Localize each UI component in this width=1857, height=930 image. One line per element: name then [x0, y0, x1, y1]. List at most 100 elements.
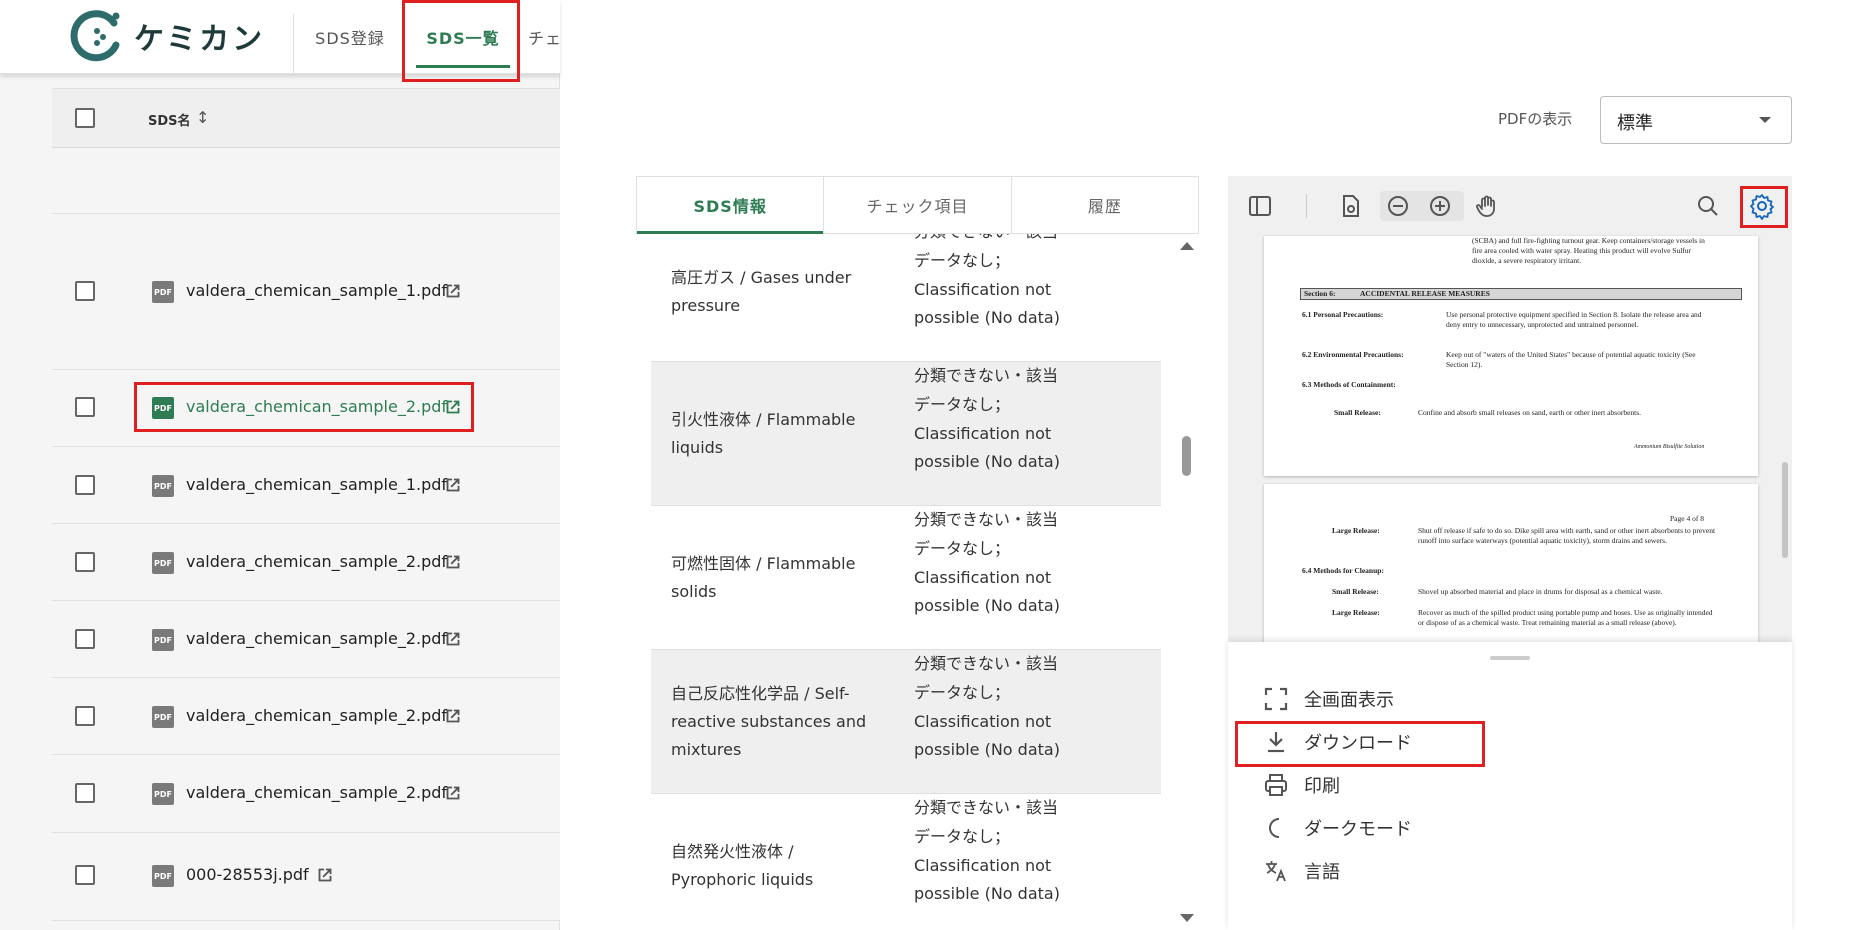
- row-checkbox[interactable]: [75, 706, 95, 726]
- menu-item-dark-mode[interactable]: ダークモード: [1262, 813, 1412, 843]
- open-external-icon[interactable]: [442, 551, 464, 573]
- pdf-file-icon: PDF: [152, 475, 174, 497]
- open-external-icon[interactable]: [442, 705, 464, 727]
- settings-gear-icon[interactable]: [1748, 192, 1776, 220]
- pdf-scrollbar[interactable]: [1782, 462, 1788, 558]
- hazard-name: 高圧ガス / Gases under pressure: [671, 268, 852, 315]
- pdf-section-title: ACCIDENTAL RELEASE MEASURES: [1360, 289, 1490, 298]
- hazard-name: 自然発火性液体 / Pyrophoric liquids: [671, 842, 814, 889]
- hazard-value: 分類できない・該当データなし；Classification not possib…: [914, 366, 1060, 472]
- row-checkbox[interactable]: [75, 397, 95, 417]
- pdf-footer: Ammonium Bisulfite Solution: [1634, 444, 1705, 450]
- dropdown-arrow-icon: [1759, 117, 1771, 123]
- row-checkbox[interactable]: [75, 475, 95, 495]
- scroll-up-icon[interactable]: [1180, 242, 1194, 250]
- nav-check[interactable]: チェ: [528, 0, 560, 74]
- pdf-text: (SCBA) and full fire-fighting turnout ge…: [1472, 236, 1705, 265]
- pdf-text: 6.2 Environmental Precautions:: [1302, 350, 1404, 359]
- file-name-link[interactable]: valdera_chemican_sample_2.pdf: [186, 397, 447, 416]
- open-external-icon[interactable]: [442, 782, 464, 804]
- zoom-out-icon[interactable]: [1384, 192, 1412, 220]
- hazard-row: 引火性液体 / Flammable liquids 分類できない・該当データなし…: [651, 362, 1161, 506]
- hazard-table: 高圧ガス / Gases under pressure 分類できない・該当データ…: [651, 234, 1161, 930]
- nav-sds-register[interactable]: SDS登録: [300, 0, 400, 74]
- row-checkbox[interactable]: [75, 281, 95, 301]
- toolbar-divider: [1306, 194, 1307, 218]
- table-row[interactable]: PDF valdera_chemican_sample_2.pdf: [52, 755, 560, 833]
- row-checkbox[interactable]: [75, 552, 95, 572]
- menu-item-label: ダークモード: [1304, 819, 1412, 840]
- file-name-link[interactable]: valdera_chemican_sample_1.pdf: [186, 281, 447, 300]
- pdf-display-value: 標準: [1617, 113, 1653, 134]
- select-all-checkbox[interactable]: [75, 108, 95, 128]
- menu-item-language[interactable]: 言語: [1262, 856, 1340, 886]
- pdf-file-icon: PDF: [152, 865, 174, 887]
- pdf-text: Recover as much of the spilled product u…: [1418, 608, 1713, 627]
- logo-mark-icon: [70, 10, 120, 62]
- zoom-in-icon[interactable]: [1426, 192, 1454, 220]
- file-name-link[interactable]: valdera_chemican_sample_2.pdf: [186, 783, 447, 802]
- search-icon[interactable]: [1694, 192, 1722, 220]
- open-external-icon[interactable]: [442, 628, 464, 650]
- sort-icon[interactable]: ↕: [196, 108, 209, 127]
- file-name-link[interactable]: valdera_chemican_sample_2.pdf: [186, 552, 447, 571]
- fullscreen-icon: [1264, 687, 1288, 711]
- file-name-link[interactable]: 000-28553j.pdf: [186, 865, 309, 884]
- pdf-page: Page 4 of 8 Large Release: Shut off rele…: [1264, 484, 1758, 654]
- table-row[interactable]: PDF valdera_chemican_sample_2.pdf: [52, 601, 560, 678]
- table-row[interactable]: PDF valdera_chemican_sample_2.pdf: [52, 678, 560, 755]
- file-name-link[interactable]: valdera_chemican_sample_2.pdf: [186, 629, 447, 648]
- tab-check-items[interactable]: チェック項目: [824, 177, 1012, 233]
- row-checkbox[interactable]: [75, 629, 95, 649]
- row-checkbox[interactable]: [75, 865, 95, 885]
- hazard-row: 高圧ガス / Gases under pressure 分類できない・該当データ…: [651, 234, 1161, 362]
- table-row[interactable]: PDF valdera_chemican_sample_2.pdf: [52, 524, 560, 601]
- menu-drag-handle[interactable]: [1490, 656, 1530, 660]
- moon-icon: [1269, 818, 1280, 838]
- row-checkbox[interactable]: [75, 783, 95, 803]
- pdf-display-select[interactable]: 標準: [1600, 96, 1792, 144]
- pdf-text: Shovel up absorbed material and place in…: [1418, 587, 1663, 596]
- pan-hand-icon[interactable]: [1473, 192, 1501, 220]
- pdf-text: Small Release:: [1334, 408, 1381, 417]
- menu-item-download[interactable]: ダウンロード: [1262, 727, 1412, 757]
- open-external-icon[interactable]: [442, 474, 464, 496]
- table-row[interactable]: PDF valdera_chemican_sample_1.pdf: [52, 214, 560, 370]
- app-logo[interactable]: ケミカン: [70, 9, 265, 63]
- file-name-link[interactable]: valdera_chemican_sample_1.pdf: [186, 475, 447, 494]
- pdf-text: Small Release:: [1332, 587, 1379, 596]
- table-row[interactable]: PDF valdera_chemican_sample_1.pdf: [52, 447, 560, 524]
- menu-item-fullscreen[interactable]: 全画面表示: [1262, 684, 1394, 714]
- open-external-icon[interactable]: [442, 396, 464, 418]
- open-external-icon[interactable]: [442, 280, 464, 302]
- tab-history[interactable]: 履歴: [1012, 177, 1198, 233]
- table-row-empty: [52, 148, 560, 214]
- pdf-display-label: PDFの表示: [1498, 110, 1573, 128]
- table-row[interactable]: PDF 000-28553j.pdf: [52, 833, 560, 921]
- nav-divider: [293, 14, 294, 74]
- pdf-section-number: Section 6:: [1304, 289, 1336, 298]
- file-name-link[interactable]: valdera_chemican_sample_2.pdf: [186, 706, 447, 725]
- sidebar-toggle-icon[interactable]: [1246, 192, 1274, 220]
- translate-icon: [1266, 861, 1286, 882]
- table-row[interactable]: PDF valdera_chemican_sample_2.pdf: [52, 370, 560, 447]
- scroll-thumb[interactable]: [1182, 436, 1191, 476]
- open-external-icon[interactable]: [314, 864, 336, 886]
- column-header-sds-name[interactable]: SDS名: [148, 110, 191, 129]
- hazard-name: 自己反応性化学品 / Self-reactive substances and …: [671, 684, 867, 759]
- pdf-toolbar: [1228, 176, 1792, 236]
- nav-sds-list[interactable]: SDS一覧: [406, 0, 520, 74]
- hazard-table-scrollbar[interactable]: [1174, 234, 1200, 930]
- detail-tabs: SDS情報 チェック項目 履歴: [636, 176, 1199, 234]
- app-name: ケミカン: [134, 22, 266, 57]
- pdf-text: Shut off release if safe to do so. Dike …: [1418, 526, 1716, 545]
- menu-item-label: 言語: [1304, 862, 1340, 883]
- menu-item-print[interactable]: 印刷: [1262, 770, 1340, 800]
- page-settings-icon[interactable]: [1336, 192, 1364, 220]
- pdf-page-number: Page 4 of 8: [1670, 514, 1704, 523]
- hazard-row: 自然発火性液体 / Pyrophoric liquids 分類できない・該当デー…: [651, 794, 1161, 930]
- list-header: [52, 88, 560, 148]
- scroll-down-icon[interactable]: [1180, 914, 1194, 922]
- tab-sds-info[interactable]: SDS情報: [637, 177, 825, 234]
- hazard-value: 分類できない・該当データなし；Classification not possib…: [914, 798, 1060, 904]
